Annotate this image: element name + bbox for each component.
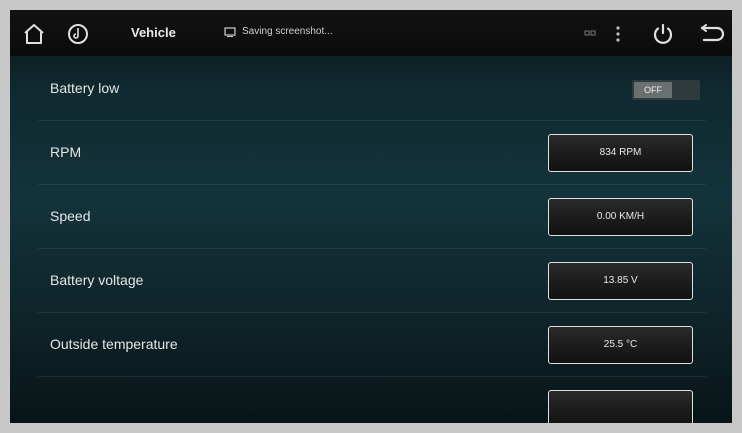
rpm-value[interactable]: 834 RPM [548, 134, 693, 172]
row-speed: Speed 0.00 KM/H [38, 184, 706, 249]
back-arrow-icon[interactable] [698, 22, 726, 46]
home-icon[interactable] [22, 22, 46, 46]
partial-value[interactable] [548, 390, 693, 423]
screenshot-icon [224, 26, 236, 37]
row-outside-temperature: Outside temperature 25.5 °C [38, 312, 706, 377]
row-label: Battery low [50, 80, 120, 96]
battery-low-toggle[interactable]: OFF [632, 80, 700, 100]
row-rpm: RPM 834 RPM [38, 120, 706, 185]
settings-list: Battery low OFF RPM 834 RPM Speed 0.00 K… [10, 56, 732, 423]
app-title: Vehicle [131, 25, 176, 40]
row-partial [38, 376, 706, 423]
power-icon[interactable] [651, 22, 675, 46]
notification: Saving screenshot... [224, 26, 333, 37]
signal-icon [584, 26, 598, 40]
battery-voltage-value[interactable]: 13.85 V [548, 262, 693, 300]
notification-text: Saving screenshot... [242, 26, 333, 37]
more-vertical-icon[interactable] [614, 22, 622, 46]
status-bar: Vehicle Saving screenshot... [10, 10, 732, 56]
music-disc-icon[interactable] [66, 22, 90, 46]
row-label: Speed [50, 208, 91, 224]
row-label: RPM [50, 144, 82, 160]
row-label: Battery voltage [50, 272, 144, 288]
row-label: Outside temperature [50, 336, 178, 352]
toggle-state: OFF [634, 82, 672, 98]
speed-value[interactable]: 0.00 KM/H [548, 198, 693, 236]
vehicle-screen: Vehicle Saving screenshot... Battery low… [10, 10, 732, 423]
outside-temperature-value[interactable]: 25.5 °C [548, 326, 693, 364]
row-battery-voltage: Battery voltage 13.85 V [38, 248, 706, 313]
row-battery-low: Battery low OFF [38, 56, 706, 121]
